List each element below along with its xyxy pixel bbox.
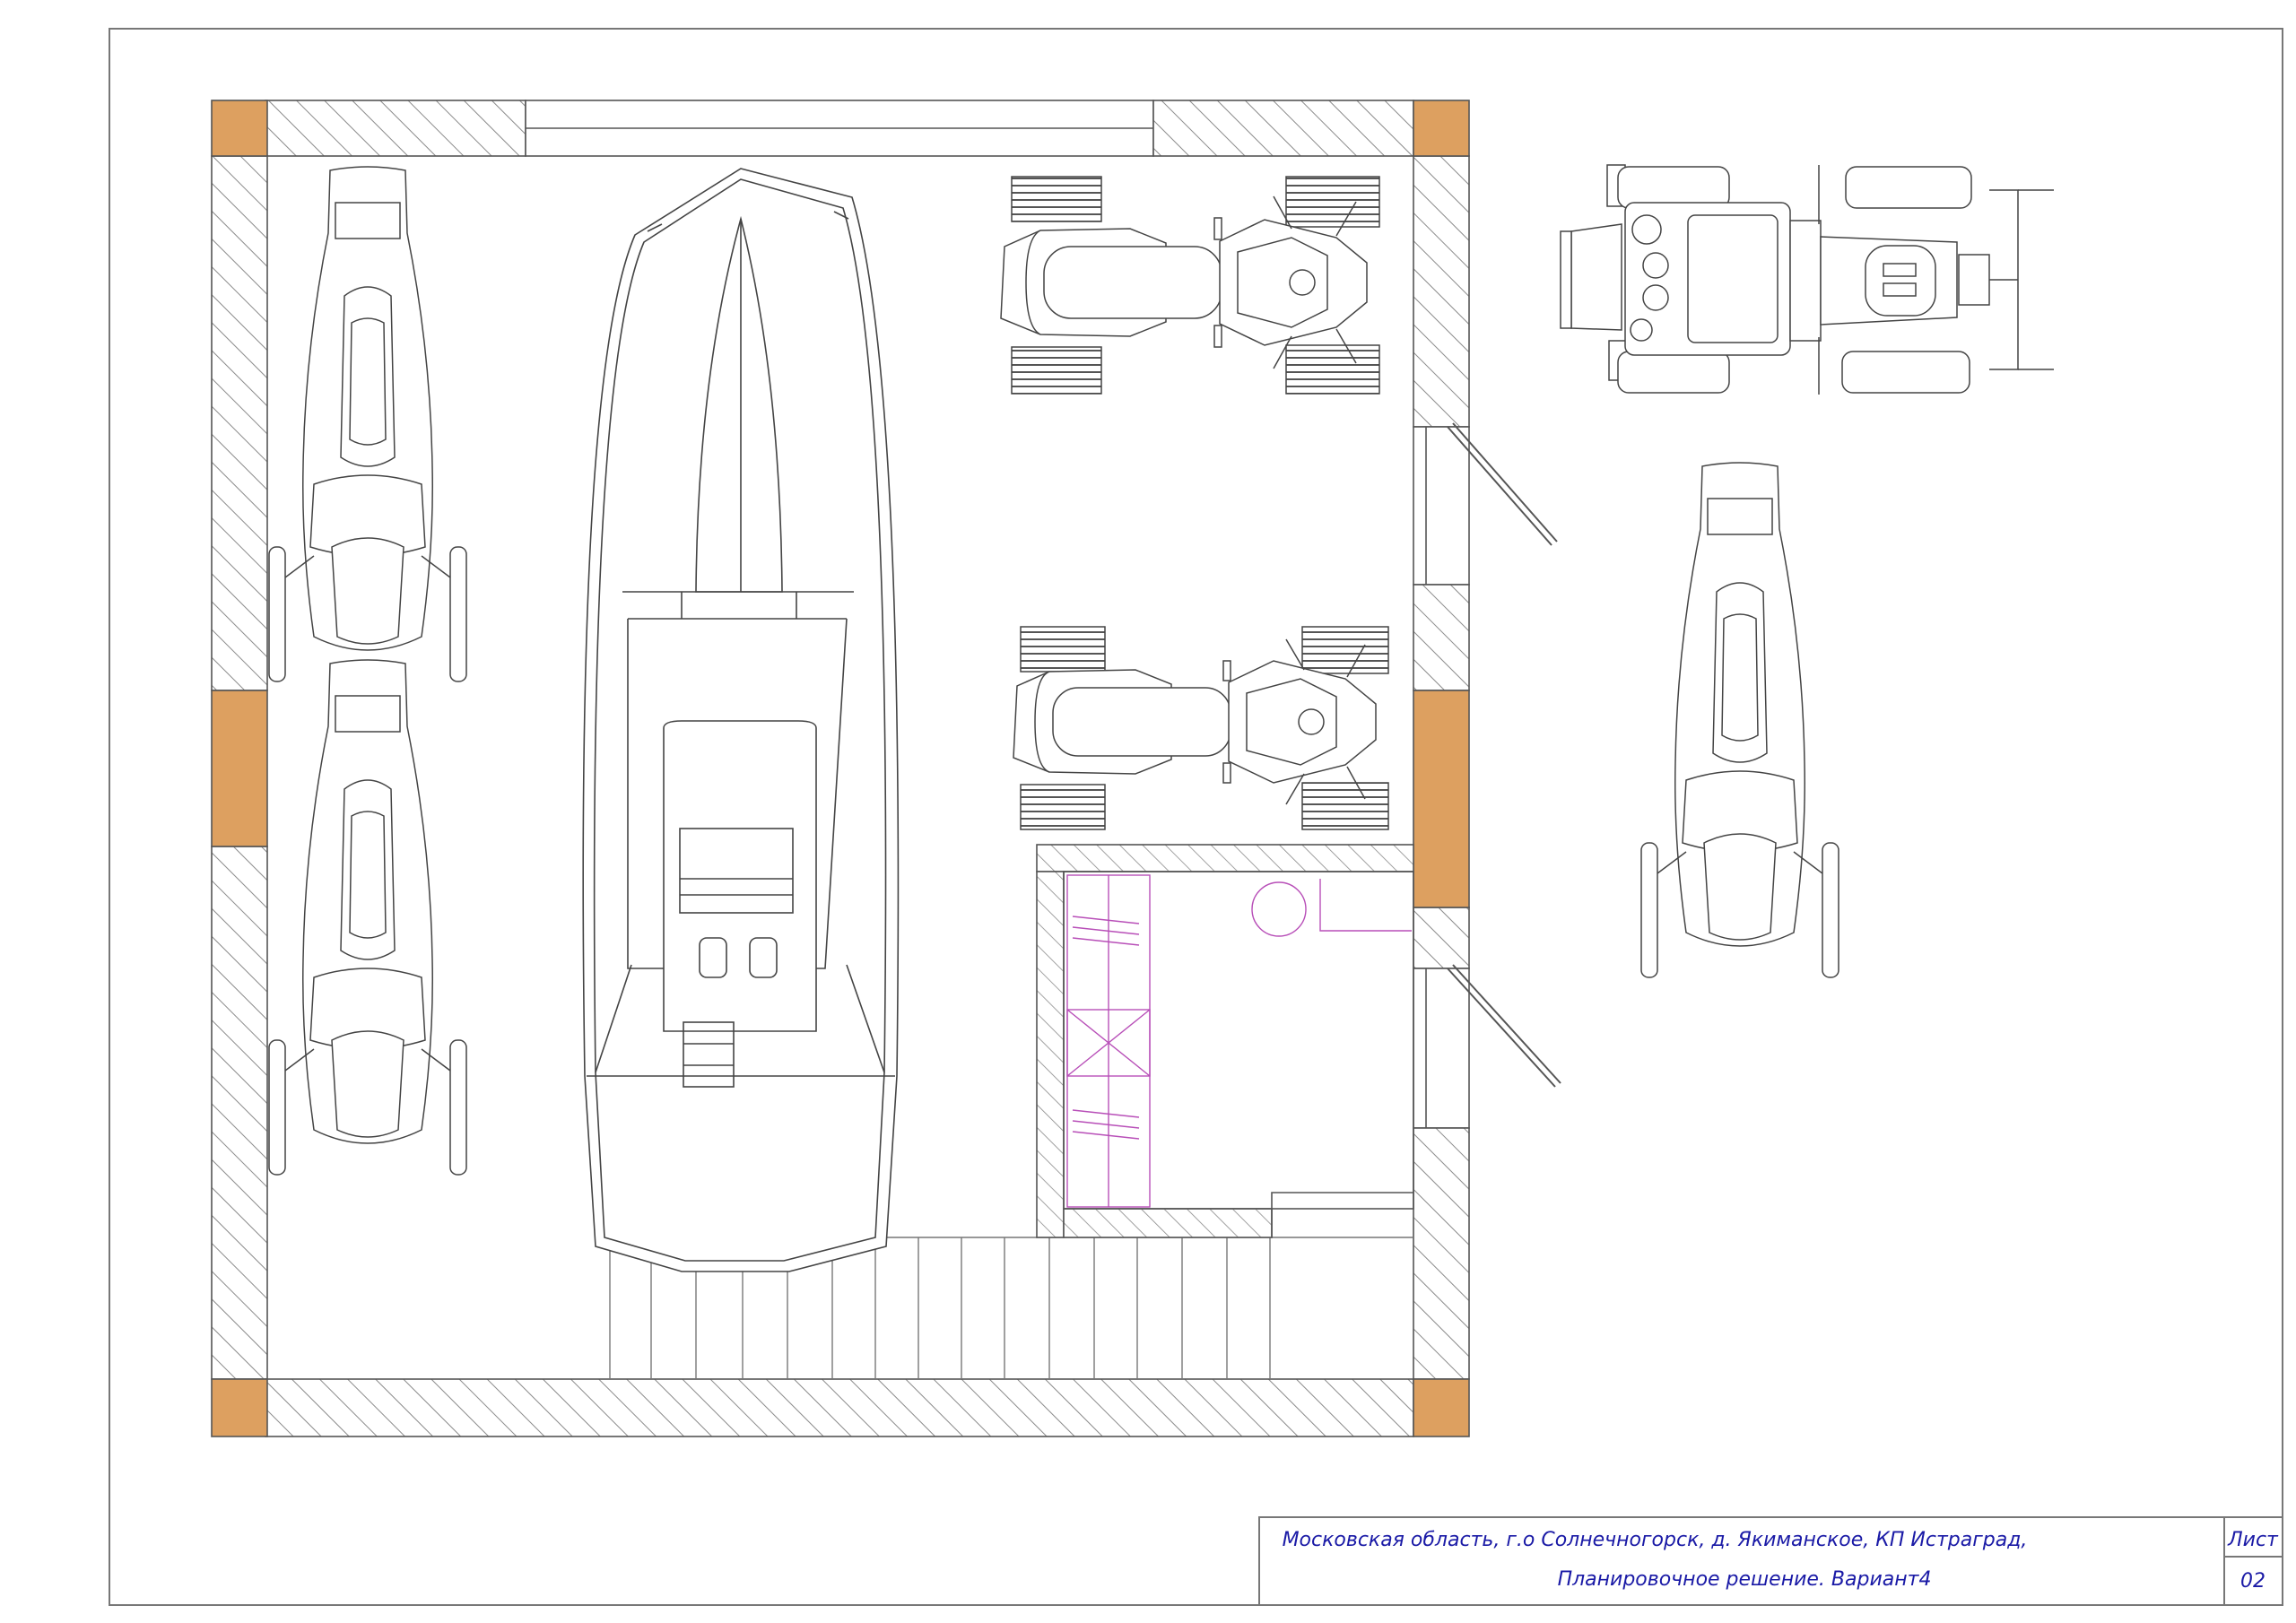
tractor-outside bbox=[1560, 164, 2054, 395]
wall-top-left bbox=[265, 100, 526, 157]
wall-top-right bbox=[1152, 100, 1414, 157]
door-right-2-frame bbox=[1413, 968, 1470, 1129]
storage-room bbox=[1036, 844, 1414, 1238]
storage-wall-top bbox=[1036, 844, 1414, 872]
column-bottom-right bbox=[1413, 1378, 1470, 1437]
storage-interior bbox=[1063, 871, 1414, 1210]
wall-left-upper bbox=[211, 155, 268, 691]
snowmobile-1 bbox=[268, 166, 467, 682]
column-top-right bbox=[1413, 100, 1470, 157]
wall-right-1 bbox=[1413, 155, 1470, 428]
column-mid-right bbox=[1413, 690, 1470, 908]
title-block: Московская область, г.о Солнечногорск, д… bbox=[1258, 1516, 2283, 1606]
atv-2 bbox=[1013, 626, 1389, 830]
storage-wall-bottom bbox=[1063, 1208, 1273, 1238]
wall-right-3 bbox=[1413, 907, 1470, 969]
sheet-label: Лист bbox=[2227, 1529, 2279, 1551]
door-right-1-frame bbox=[1413, 426, 1470, 586]
column-mid-left bbox=[211, 690, 268, 847]
snowmobile-2 bbox=[268, 659, 467, 1176]
boat bbox=[582, 168, 900, 1272]
atv-1 bbox=[1000, 176, 1380, 395]
water-heater bbox=[1251, 881, 1307, 937]
wall-left-lower bbox=[211, 846, 268, 1380]
wall-right-2 bbox=[1413, 584, 1470, 691]
title-address: Московская область, г.о Солнечногорск, д… bbox=[1283, 1529, 2028, 1551]
wall-right-4 bbox=[1413, 1127, 1470, 1380]
snowmobile-outside bbox=[1640, 462, 1839, 978]
garage-floor-plan: Московская область, г.о Солнечногорск, д… bbox=[109, 28, 2283, 1606]
wall-bottom bbox=[265, 1378, 1414, 1437]
column-top-left bbox=[211, 100, 268, 157]
storage-wall-left bbox=[1036, 871, 1065, 1238]
storage-fixtures bbox=[1066, 874, 1412, 1208]
sheet-number: 02 bbox=[2240, 1570, 2266, 1593]
column-bottom-left bbox=[211, 1378, 268, 1437]
title-subtitle: Планировочное решение. Вариант4 bbox=[1558, 1568, 1932, 1591]
